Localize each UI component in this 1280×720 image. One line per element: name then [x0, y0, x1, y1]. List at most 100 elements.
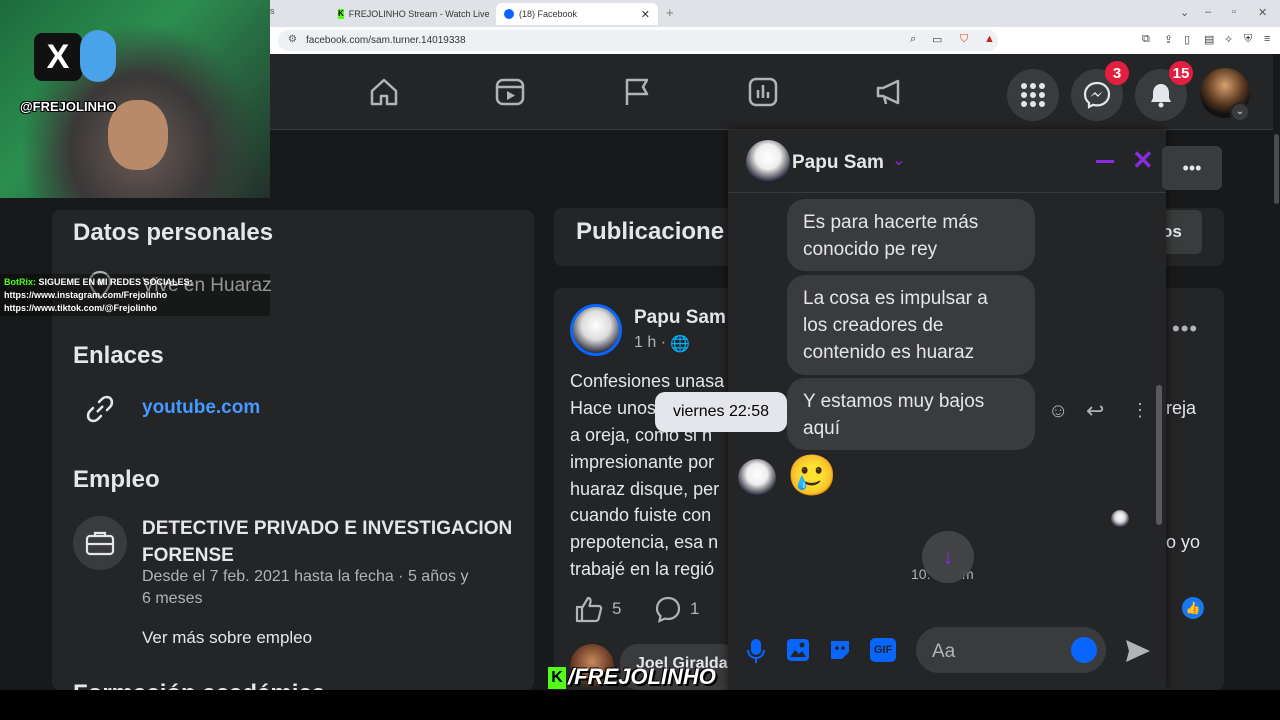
likes-count[interactable]: 5: [612, 599, 621, 619]
posts-title: Publicacione: [576, 218, 725, 245]
comment-icon[interactable]: [654, 595, 682, 623]
message-line: Es para hacerte más: [803, 212, 979, 233]
new-tab-icon[interactable]: +: [666, 5, 674, 20]
react-emoji-icon[interactable]: ☺: [1048, 400, 1068, 423]
message-line: Y estamos muy bajos: [803, 391, 985, 412]
url-input[interactable]: ⚙ facebook.com/sam.turner.14019338: [278, 30, 998, 51]
message-line: aquí: [803, 418, 840, 439]
comments-count[interactable]: 1: [690, 599, 699, 619]
chat-contact-avatar[interactable]: [746, 140, 790, 184]
maximize-icon[interactable]: ▫: [1232, 6, 1236, 18]
partial-tab-label[interactable]: s: [270, 6, 275, 16]
gif-icon[interactable]: GIF: [870, 638, 896, 662]
megaphone-icon[interactable]: [874, 76, 906, 108]
tab-frejolinho-stream[interactable]: K FREJOLINHO Stream - Watch Live on: [330, 3, 490, 25]
post-line: Confesiones unasa: [570, 371, 725, 391]
message-bubble: La cosa es impulsar a los creadores de c…: [787, 275, 1035, 375]
minimize-icon[interactable]: –: [1205, 6, 1211, 18]
sticker-icon[interactable]: [828, 638, 852, 662]
post-time[interactable]: 1 h ·: [634, 334, 666, 352]
tab-list-icon[interactable]: ⌄: [1180, 6, 1189, 19]
see-more-work-link[interactable]: Ver más sobre empleo: [142, 628, 312, 648]
browser-tab-bar: s K FREJOLINHO Stream - Watch Live on (1…: [270, 0, 1280, 27]
home-icon[interactable]: [368, 76, 400, 108]
reply-icon[interactable]: ↩: [1086, 398, 1104, 424]
page-scrollbar-thumb[interactable]: [1274, 134, 1279, 204]
message-bubble: Y estamos muy bajos aquí: [787, 378, 1035, 450]
extensions-icon[interactable]: ⧉: [1142, 33, 1150, 46]
account-chevron-icon[interactable]: ⌄: [1230, 102, 1250, 122]
pages-flag-icon[interactable]: [621, 76, 653, 108]
facebook-top-nav: 3 15 ⌄: [270, 54, 1280, 130]
messenger-icon: [1083, 81, 1111, 109]
messenger-button[interactable]: 3: [1071, 61, 1129, 121]
like-icon[interactable]: [574, 595, 604, 623]
cast-icon[interactable]: ▭: [932, 33, 942, 46]
chat-contact-name[interactable]: Papu Sam: [792, 152, 884, 174]
message-bubble: Es para hacerte más conocido pe rey: [787, 199, 1035, 271]
share-icon[interactable]: ⇪: [1164, 33, 1173, 46]
menu-grid-button[interactable]: [1007, 69, 1059, 121]
job-dates-line1: Desde el 7 feb. 2021 hasta la fecha · 5 …: [142, 568, 469, 585]
message-line: los creadores de: [803, 315, 944, 336]
close-chat-icon[interactable]: ✕: [1132, 145, 1154, 176]
chat-scrollbar[interactable]: [1155, 197, 1163, 607]
menu-icon[interactable]: ≡: [1264, 33, 1270, 45]
brave-shield-icon[interactable]: ⛉: [960, 33, 968, 46]
tab-label: (18) Facebook: [519, 9, 578, 19]
post-author-name[interactable]: Papu Sam: [634, 307, 726, 329]
job-title-line1: DETECTIVE PRIVADO E INVESTIGACION: [142, 518, 513, 539]
youtube-link[interactable]: youtube.com: [142, 397, 260, 419]
sender-avatar[interactable]: [738, 459, 776, 497]
sidebar-icon[interactable]: ▯: [1184, 33, 1190, 46]
message-more-icon[interactable]: ⋮: [1131, 400, 1149, 421]
chatbot-message-line: BotRix: SIGUEME EN MI REDES SOCIALES:: [4, 277, 193, 287]
chat-more-icon[interactable]: •••: [1162, 146, 1222, 190]
notifications-button[interactable]: 15: [1135, 61, 1193, 121]
send-icon[interactable]: [1124, 638, 1152, 664]
job-dates-line2: 6 meses: [142, 590, 203, 607]
emoji-picker-icon[interactable]: [1071, 637, 1097, 663]
photo-icon[interactable]: [786, 638, 810, 662]
minimize-chat-icon[interactable]: [1096, 160, 1114, 163]
bot-message: SIGUEME EN MI REDES SOCIALES:: [38, 277, 193, 287]
leo-icon[interactable]: ✧: [1224, 33, 1233, 46]
link-icon: [86, 395, 114, 423]
video-icon[interactable]: [494, 76, 526, 108]
bell-icon: [1151, 84, 1171, 108]
post-line: huaraz disque, per: [570, 479, 720, 499]
page-scrollbar[interactable]: [1273, 54, 1280, 690]
close-window-icon[interactable]: ✕: [1258, 6, 1267, 19]
rewards-icon[interactable]: ▲: [984, 33, 995, 45]
wallet-icon[interactable]: ▤: [1204, 33, 1214, 46]
microphone-icon[interactable]: [746, 638, 766, 664]
url-text: facebook.com/sam.turner.14019338: [306, 35, 466, 46]
close-tab-icon[interactable]: ✕: [641, 8, 650, 21]
briefcase-icon: [85, 531, 115, 556]
like-reaction-icon: 👍: [1182, 597, 1204, 619]
post-right-fragment: reja: [1166, 398, 1197, 418]
message-line: conocido pe rey: [803, 239, 938, 260]
site-info-icon[interactable]: ⚙: [288, 34, 297, 45]
post-line: prepotencia, esa n: [570, 532, 719, 552]
arrow-down-icon: ↓: [942, 544, 954, 569]
chat-scrollbar-thumb[interactable]: [1156, 385, 1162, 525]
dashboard-icon[interactable]: [747, 76, 779, 108]
facebook-icon: [504, 9, 514, 19]
post-line: cuando fuiste con: [570, 505, 712, 525]
chatbot-overlay: BotRix: SIGUEME EN MI REDES SOCIALES: ht…: [0, 274, 270, 316]
vpn-icon[interactable]: ⛨: [1244, 33, 1252, 46]
emoji-message: 🥲: [787, 454, 837, 498]
post-author-avatar[interactable]: [570, 304, 622, 356]
globe-icon: 🌐: [670, 336, 690, 353]
post-line: trabajé en la regió: [570, 559, 715, 579]
penguin-mascot: [80, 30, 116, 82]
zoom-icon[interactable]: ⌕: [910, 33, 916, 46]
tab-facebook[interactable]: (18) Facebook ✕: [496, 3, 658, 25]
post-line: Hace unos: [570, 398, 657, 418]
chat-options-chevron-icon[interactable]: ⌄: [892, 150, 905, 170]
post-more-icon[interactable]: •••: [1172, 316, 1198, 342]
education-title: Formación académica: [73, 680, 325, 690]
scroll-to-bottom-button[interactable]: ↓: [922, 531, 974, 583]
seen-avatar: [1111, 510, 1129, 528]
